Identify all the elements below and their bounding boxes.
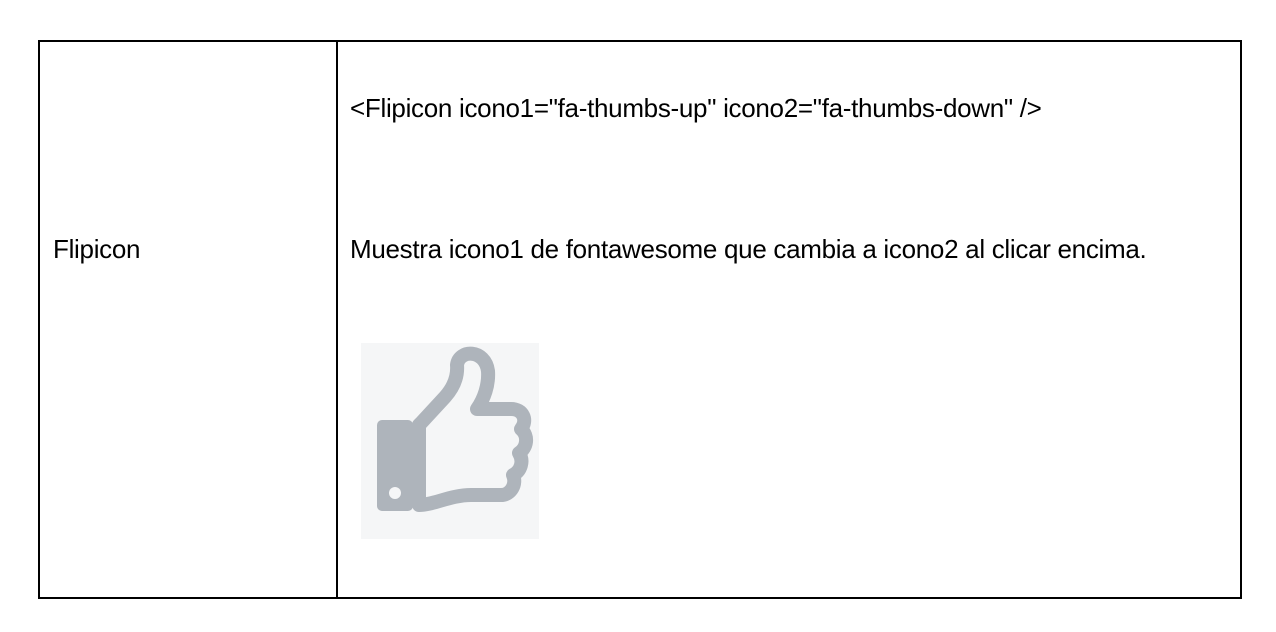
component-description-cell: <Flipicon icono1="fa-thumbs-up" icono2="…	[336, 40, 1242, 599]
component-table: Flipicon <Flipicon icono1="fa-thumbs-up"…	[38, 40, 1242, 599]
component-description: Muestra icono1 de fontawesome que cambia…	[350, 234, 1147, 264]
component-name-cell: Flipicon	[38, 40, 338, 599]
usage-snippet: <Flipicon icono1="fa-thumbs-up" icono2="…	[350, 93, 1042, 123]
icon-preview[interactable]	[361, 343, 539, 539]
thumbs-up-icon	[377, 346, 533, 512]
table-row: Flipicon <Flipicon icono1="fa-thumbs-up"…	[38, 40, 1242, 599]
component-name: Flipicon	[53, 234, 141, 264]
